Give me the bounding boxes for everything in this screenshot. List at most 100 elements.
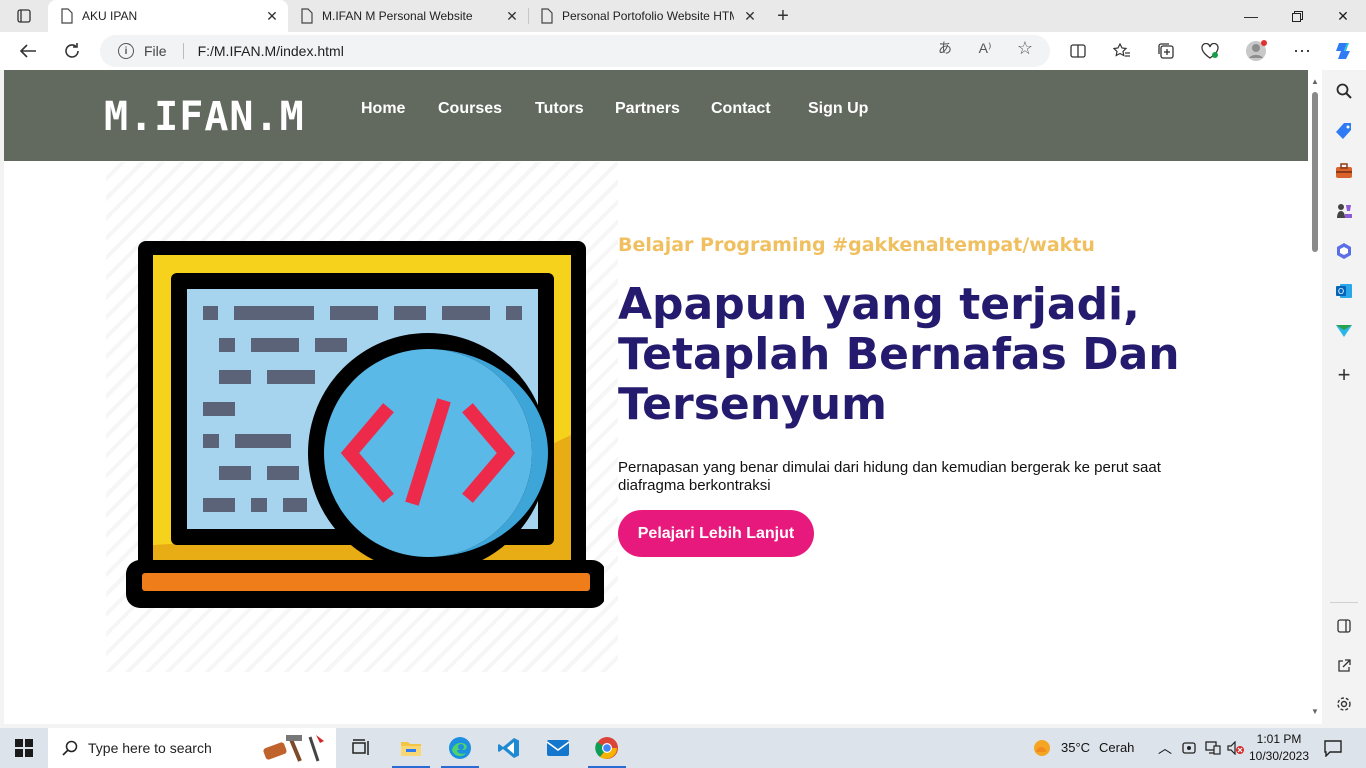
- more-dots-icon: ⋯: [1293, 40, 1311, 61]
- tab-3[interactable]: Personal Portofolio Website HTML ✕: [528, 0, 766, 32]
- restore-icon: [1291, 10, 1303, 22]
- back-button[interactable]: [12, 36, 44, 66]
- learn-more-button[interactable]: Pelajari Lebih Lanjut: [618, 510, 814, 557]
- volume-muted-icon[interactable]: [1227, 741, 1245, 755]
- tab-actions-button[interactable]: [8, 4, 40, 28]
- taskbar-clock[interactable]: 1:01 PM 10/30/2023: [1248, 731, 1310, 765]
- url-text[interactable]: F:/M.IFAN.M/index.html: [198, 43, 344, 59]
- refresh-icon: [65, 43, 79, 58]
- vscode-icon: [498, 738, 519, 758]
- external-link-icon[interactable]: [1332, 654, 1356, 678]
- send-drop-icon[interactable]: [1332, 319, 1356, 343]
- start-button[interactable]: [0, 728, 48, 768]
- page-viewport: M.IFAN.M Home Courses Tutors Partners Co…: [4, 70, 1308, 724]
- favorites-button[interactable]: [1106, 36, 1138, 66]
- vscode-taskbar-button[interactable]: [486, 728, 532, 768]
- tab-title: AKU IPAN: [82, 9, 138, 23]
- close-icon[interactable]: ✕: [742, 8, 758, 24]
- outlook-icon[interactable]: O: [1332, 279, 1356, 303]
- heart-pulse-icon: [1201, 43, 1219, 59]
- games-chess-icon[interactable]: [1332, 199, 1356, 223]
- minimize-button[interactable]: —: [1228, 0, 1274, 32]
- favorite-star-icon[interactable]: ☆: [1014, 38, 1036, 58]
- minimize-icon: —: [1244, 8, 1258, 24]
- close-icon[interactable]: ✕: [264, 8, 280, 24]
- close-icon[interactable]: ✕: [504, 8, 520, 24]
- windows-taskbar: Type here to search 35°C Cerah ︿ 1:01 PM…: [0, 728, 1366, 768]
- windows-logo-icon: [15, 739, 33, 757]
- scroll-up-arrow-icon[interactable]: ▲: [1310, 76, 1320, 86]
- mail-icon: [546, 740, 570, 756]
- collections-button[interactable]: [1150, 36, 1182, 66]
- hero-description: Pernapasan yang benar dimulai dari hidun…: [618, 459, 1161, 494]
- network-icon[interactable]: [1205, 741, 1221, 755]
- nav-contact[interactable]: Contact: [711, 100, 771, 118]
- search-icon: [62, 740, 78, 756]
- hero-title-line: Apapun yang terjadi,: [618, 279, 1140, 330]
- microsoft-365-icon[interactable]: [1332, 239, 1356, 263]
- weather-condition[interactable]: Cerah: [1099, 740, 1134, 755]
- copilot-button[interactable]: [1328, 36, 1360, 66]
- edge-sidebar: O +: [1322, 70, 1366, 724]
- toolbox-icon[interactable]: [1332, 159, 1356, 183]
- notifications-icon[interactable]: [1324, 739, 1342, 757]
- show-hidden-icons-chevron-up-icon[interactable]: ︿: [1158, 738, 1172, 758]
- taskbar-search-box[interactable]: Type here to search: [48, 728, 336, 768]
- add-sidebar-app-icon[interactable]: +: [1332, 362, 1356, 387]
- browser-essentials-button[interactable]: [1194, 36, 1226, 66]
- svg-text:O: O: [1338, 287, 1344, 296]
- protocol-label: File: [144, 43, 167, 59]
- new-tab-button[interactable]: +: [770, 4, 796, 28]
- split-screen-icon: [1070, 44, 1086, 58]
- folder-icon: [401, 742, 421, 756]
- hero-title-line: Tersenyum: [618, 379, 887, 430]
- scroll-thumb[interactable]: [1312, 92, 1318, 252]
- mail-taskbar-button[interactable]: [535, 728, 581, 768]
- site-header: M.IFAN.M Home Courses Tutors Partners Co…: [4, 70, 1308, 161]
- meet-now-camera-icon[interactable]: [1182, 741, 1196, 755]
- address-divider: [182, 43, 184, 59]
- search-placeholder: Type here to search: [88, 740, 212, 756]
- settings-more-button[interactable]: ⋯: [1286, 36, 1318, 66]
- chrome-taskbar-button[interactable]: [584, 728, 630, 768]
- translate-icon[interactable]: あ: [934, 38, 956, 58]
- search-icon[interactable]: [1332, 79, 1356, 103]
- back-arrow-icon: [19, 44, 36, 58]
- split-screen-button[interactable]: [1062, 36, 1094, 66]
- tab-title: M.IFAN M Personal Website: [322, 9, 473, 23]
- refresh-button[interactable]: [56, 36, 88, 66]
- weather-temperature[interactable]: 35°C: [1061, 740, 1090, 755]
- profile-button[interactable]: [1240, 36, 1272, 66]
- page-scrollbar[interactable]: ▲ ▼: [1308, 70, 1322, 724]
- page-icon: [541, 8, 553, 24]
- scroll-down-arrow-icon[interactable]: ▼: [1310, 706, 1320, 716]
- tab-actions-icon: [17, 9, 31, 23]
- shopping-tag-icon[interactable]: [1332, 119, 1356, 143]
- file-explorer-button[interactable]: [388, 728, 434, 768]
- edge-taskbar-button[interactable]: [437, 728, 483, 768]
- task-view-button[interactable]: [338, 728, 384, 768]
- task-view-icon: [352, 739, 369, 755]
- restore-button[interactable]: [1274, 0, 1320, 32]
- nav-courses[interactable]: Courses: [438, 100, 502, 118]
- tab-title: Personal Portofolio Website HTML: [562, 9, 734, 23]
- hide-sidebar-icon[interactable]: [1332, 614, 1356, 638]
- nav-tutors[interactable]: Tutors: [535, 100, 584, 118]
- tab-1[interactable]: AKU IPAN ✕: [48, 0, 288, 32]
- read-aloud-icon[interactable]: A⁾: [974, 38, 996, 58]
- nav-partners[interactable]: Partners: [615, 100, 680, 118]
- chrome-icon: [595, 737, 618, 759]
- info-icon[interactable]: i: [118, 43, 134, 59]
- edge-icon: [449, 737, 471, 759]
- site-logo[interactable]: M.IFAN.M: [104, 94, 305, 140]
- nav-sign-up[interactable]: Sign Up: [808, 100, 868, 118]
- tab-2[interactable]: M.IFAN M Personal Website ✕: [288, 0, 528, 32]
- nav-home[interactable]: Home: [361, 100, 405, 118]
- close-window-button[interactable]: ✕: [1320, 0, 1366, 32]
- coding-laptop-illustration: [126, 241, 604, 608]
- favorites-icon: [1113, 43, 1130, 57]
- close-icon: ✕: [1337, 7, 1349, 24]
- sidebar-settings-gear-icon[interactable]: [1332, 692, 1356, 716]
- sidebar-divider: [1330, 602, 1358, 603]
- address-bar[interactable]: i File F:/M.IFAN.M/index.html: [100, 35, 1050, 67]
